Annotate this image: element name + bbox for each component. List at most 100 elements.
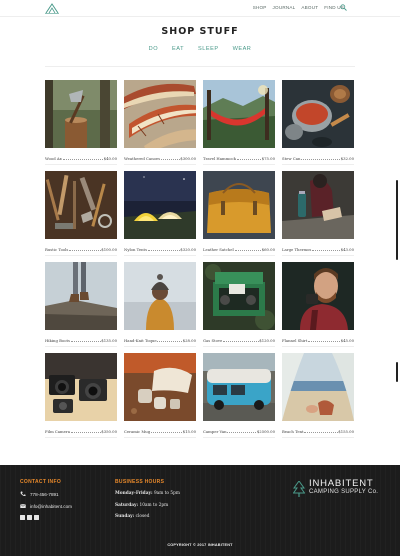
product-meta: Film Camera $350.00 <box>45 425 117 434</box>
product-card[interactable]: Camper Van $2500.00 <box>203 353 275 438</box>
product-price: $60.00 <box>261 247 275 252</box>
product-card[interactable]: Rustic Tools $100.00 <box>45 171 117 256</box>
product-image[interactable] <box>124 171 196 239</box>
hours-row: Monday-Friday: 9am to 5pm <box>115 491 180 496</box>
tree-icon <box>293 481 305 497</box>
product-price: $2500.00 <box>256 429 275 434</box>
top-navbar: SHOP JOURNAL ABOUT FIND US <box>0 0 400 17</box>
product-price: $350.00 <box>101 429 117 434</box>
product-card[interactable]: Weathered Canoes $300.00 <box>124 80 196 165</box>
product-name: Leather Satchel <box>203 247 234 252</box>
brand-name: INHABITENT <box>309 478 374 489</box>
product-image[interactable] <box>45 80 117 148</box>
scrollbar-thumb[interactable] <box>396 362 398 382</box>
divider <box>124 164 196 165</box>
product-image[interactable] <box>203 353 275 421</box>
tab-wear[interactable]: WEAR <box>233 46 252 52</box>
contact-heading: CONTACT INFO <box>20 479 62 485</box>
product-name: Travel Hammock <box>203 156 236 161</box>
product-image[interactable] <box>124 262 196 330</box>
product-meta: Flannel Shirt $45.00 <box>282 334 354 343</box>
divider <box>282 164 354 165</box>
twitter-icon[interactable] <box>27 515 32 520</box>
divider <box>45 66 355 67</box>
product-meta: Leather Satchel $60.00 <box>203 243 275 252</box>
divider <box>124 255 196 256</box>
product-image[interactable] <box>203 262 275 330</box>
product-name: Hiking Boots <box>45 338 70 343</box>
product-price: $45.00 <box>340 338 354 343</box>
search-icon[interactable] <box>340 4 347 11</box>
mountain-tent-logo[interactable] <box>45 3 59 14</box>
product-card[interactable]: Hiking Boots $135.00 <box>45 262 117 347</box>
product-card[interactable]: Large Thermos $43.00 <box>282 171 354 256</box>
product-card[interactable]: Flannel Shirt $45.00 <box>282 262 354 347</box>
product-card[interactable]: Stew Can $32.00 <box>282 80 354 165</box>
product-image[interactable] <box>45 171 117 239</box>
product-name: Film Camera <box>45 429 70 434</box>
dot-leader <box>301 159 340 160</box>
hours-day: Saturday: <box>115 502 139 508</box>
nav-link-shop[interactable]: SHOP <box>253 5 267 10</box>
google-plus-icon[interactable] <box>34 515 39 520</box>
nav-link-about[interactable]: ABOUT <box>301 5 318 10</box>
product-image[interactable] <box>124 80 196 148</box>
contact-info: CONTACT INFO 778-456-7891 info@inhabiten… <box>20 479 72 520</box>
product-card[interactable]: Wood Ax $40.00 <box>45 80 117 165</box>
product-meta: Stew Can $32.00 <box>282 152 354 161</box>
product-card[interactable]: Leather Satchel $60.00 <box>203 171 275 256</box>
page-title: SHOP STUFF <box>161 26 239 37</box>
product-price: $28.00 <box>182 338 196 343</box>
product-card[interactable]: Gas Stove $120.00 <box>203 262 275 347</box>
tab-eat[interactable]: EAT <box>172 46 184 52</box>
product-image[interactable] <box>45 262 117 330</box>
product-card[interactable]: Hand-Knit Toque $28.00 <box>124 262 196 347</box>
divider <box>45 346 117 347</box>
product-card[interactable]: Beach Tent $155.00 <box>282 353 354 438</box>
product-price: $100.00 <box>101 247 117 252</box>
product-meta: Hand-Knit Toque $28.00 <box>124 334 196 343</box>
product-image[interactable] <box>124 353 196 421</box>
phone-row: 778-456-7891 <box>20 491 72 497</box>
product-image[interactable] <box>45 353 117 421</box>
dot-leader <box>308 341 340 342</box>
hours-heading: BUSINESS HOURS <box>115 479 165 485</box>
product-image[interactable] <box>203 80 275 148</box>
facebook-icon[interactable] <box>20 515 25 520</box>
product-name: Hand-Knit Toque <box>124 338 157 343</box>
product-card[interactable]: Nylon Tents $320.00 <box>124 171 196 256</box>
product-card[interactable]: Ceramic Mug $15.00 <box>124 353 196 438</box>
product-meta: Gas Stove $120.00 <box>203 334 275 343</box>
dot-leader <box>234 250 261 251</box>
product-image[interactable] <box>282 80 354 148</box>
hours-row: Sunday: closed <box>115 514 180 519</box>
product-image[interactable] <box>282 171 354 239</box>
product-card[interactable]: Travel Hammock $75.00 <box>203 80 275 165</box>
hours-day: Sunday: <box>115 514 135 519</box>
dot-leader <box>304 432 338 433</box>
hours-time: 9am to 5pm <box>153 491 180 496</box>
brand-tagline: CAMPING SUPPLY Co. <box>309 489 379 495</box>
phone-number[interactable]: 778-456-7891 <box>30 492 59 497</box>
product-image[interactable] <box>203 171 275 239</box>
tab-sleep[interactable]: SLEEP <box>198 46 219 52</box>
dot-leader <box>70 341 101 342</box>
divider <box>203 437 275 438</box>
product-card[interactable]: Film Camera $350.00 <box>45 353 117 438</box>
product-image[interactable] <box>282 353 354 421</box>
product-image[interactable] <box>282 262 354 330</box>
product-price: $32.00 <box>340 156 354 161</box>
dot-leader <box>69 250 101 251</box>
tab-do[interactable]: DO <box>149 46 158 52</box>
hours-time: 10am to 2pm <box>139 502 169 508</box>
product-name: Rustic Tools <box>45 247 69 252</box>
nav-link-journal[interactable]: JOURNAL <box>273 5 296 10</box>
product-meta: Camper Van $2500.00 <box>203 425 275 434</box>
product-name: Ceramic Mug <box>124 429 151 434</box>
envelope-icon <box>20 504 26 508</box>
nav-links: SHOP JOURNAL ABOUT FIND US <box>253 5 344 10</box>
product-name: Flannel Shirt <box>282 338 308 343</box>
email-link[interactable]: info@inhabitent.com <box>30 504 72 509</box>
scrollbar-thumb[interactable] <box>396 180 398 260</box>
dot-leader <box>160 159 180 160</box>
